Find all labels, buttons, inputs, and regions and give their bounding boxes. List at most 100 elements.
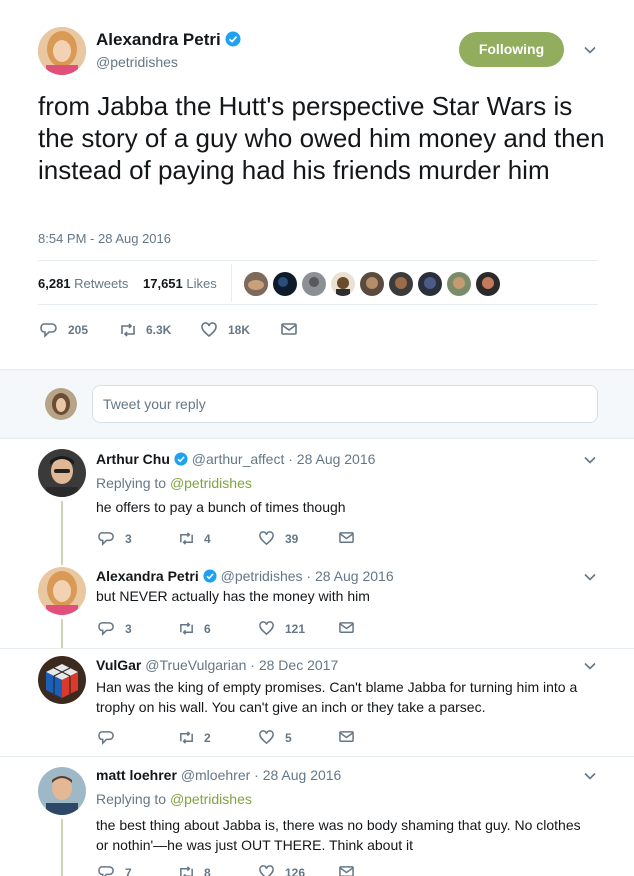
- liker-avatar[interactable]: [360, 272, 384, 296]
- replying-to-link[interactable]: @petridishes: [170, 475, 252, 491]
- verified-icon: [174, 452, 188, 469]
- like-button[interactable]: 5: [258, 729, 292, 746]
- likes-label: Likes: [186, 276, 217, 291]
- retweets-stat[interactable]: 6,281 Retweets: [38, 276, 128, 291]
- heart-icon: [259, 531, 274, 546]
- liker-avatar[interactable]: [244, 272, 268, 296]
- heart-icon: [259, 730, 274, 745]
- likes-count: 17,651: [143, 276, 183, 291]
- retweet-count: 2: [204, 730, 211, 745]
- retweet-button[interactable]: 2: [177, 729, 211, 746]
- liker-avatar[interactable]: [447, 272, 471, 296]
- retweet-button[interactable]: 4: [177, 530, 211, 547]
- likes-stat[interactable]: 17,651 Likes: [143, 276, 217, 291]
- liker-avatar[interactable]: [331, 272, 355, 296]
- author-handle[interactable]: @mloehrer: [181, 767, 250, 783]
- retweets-label: Retweets: [74, 276, 129, 291]
- avatar[interactable]: [38, 656, 86, 704]
- tweet-text: the best thing about Jabba is, there was…: [96, 817, 581, 853]
- like-button[interactable]: 18K: [200, 321, 250, 339]
- reply-icon: [98, 622, 114, 636]
- chevron-down-icon[interactable]: [583, 570, 597, 584]
- tweet-date[interactable]: · 28 Aug 2016: [288, 451, 375, 467]
- tweet-date[interactable]: · 28 Dec 2017: [250, 657, 338, 673]
- retweet-count: 6: [204, 621, 211, 636]
- like-button[interactable]: 39: [258, 530, 298, 547]
- retweet-icon: [180, 731, 193, 744]
- reply-count: 7: [125, 865, 132, 876]
- author-name[interactable]: Arthur Chu: [96, 451, 170, 467]
- tweet-text: Han was the king of empty promises. Can'…: [96, 679, 578, 715]
- reply-icon: [40, 323, 57, 338]
- heart-icon: [259, 865, 274, 876]
- following-button[interactable]: Following: [459, 32, 564, 67]
- author-name[interactable]: VulGar: [96, 657, 141, 673]
- liker-avatar[interactable]: [418, 272, 442, 296]
- envelope-icon: [339, 866, 354, 876]
- like-count: 5: [285, 730, 292, 745]
- retweet-icon: [121, 323, 135, 337]
- retweet-button[interactable]: 6.3K: [118, 321, 171, 339]
- chevron-down-icon[interactable]: [583, 769, 597, 783]
- reply-icon: [98, 866, 114, 876]
- verified-icon: [203, 569, 217, 586]
- replying-to: Replying to @petridishes: [96, 791, 252, 807]
- retweet-count: 6.3K: [146, 323, 172, 337]
- message-button[interactable]: [338, 620, 355, 635]
- chevron-down-icon[interactable]: [583, 659, 597, 673]
- author-name[interactable]: matt loehrer: [96, 767, 177, 783]
- retweet-icon: [180, 866, 193, 876]
- author-name[interactable]: Alexandra Petri: [96, 568, 199, 584]
- message-button[interactable]: [338, 729, 355, 744]
- avatar[interactable]: [38, 27, 86, 75]
- retweet-button[interactable]: 8: [177, 864, 211, 876]
- replying-to-link[interactable]: @petridishes: [170, 791, 252, 807]
- envelope-icon: [281, 323, 297, 335]
- tweet-text: he offers to pay a bunch of times though: [96, 499, 346, 515]
- current-user-avatar: [45, 388, 77, 420]
- reply-count: 205: [68, 323, 89, 337]
- liker-avatar[interactable]: [302, 272, 326, 296]
- tweet-text: from Jabba the Hutt's perspective Star W…: [38, 91, 605, 185]
- reply-button[interactable]: 205: [40, 321, 88, 339]
- reply-button[interactable]: [98, 729, 125, 746]
- message-button[interactable]: [280, 321, 298, 337]
- heart-icon: [259, 621, 274, 636]
- tweet-timestamp[interactable]: 8:54 PM - 28 Aug 2016: [38, 231, 171, 246]
- author-handle[interactable]: @petridishes: [221, 568, 303, 584]
- reply-button[interactable]: 3: [98, 530, 132, 547]
- retweet-count: 8: [204, 865, 211, 876]
- reply-input[interactable]: Tweet your reply: [92, 385, 598, 423]
- chevron-down-icon[interactable]: [583, 43, 597, 57]
- liker-avatar[interactable]: [476, 272, 500, 296]
- avatar[interactable]: [38, 567, 86, 615]
- tweet-date[interactable]: · 28 Aug 2016: [254, 767, 341, 783]
- reply-icon: [98, 731, 114, 745]
- verified-icon: [225, 31, 241, 52]
- envelope-icon: [339, 532, 354, 543]
- tweet-text: but NEVER actually has the money with hi…: [96, 588, 370, 604]
- retweet-icon: [180, 532, 193, 545]
- avatar[interactable]: [38, 767, 86, 815]
- retweet-icon: [180, 622, 193, 635]
- envelope-icon: [339, 731, 354, 742]
- message-button[interactable]: [338, 864, 355, 876]
- author-handle[interactable]: @petridishes: [96, 54, 178, 70]
- retweet-count: 4: [204, 531, 211, 546]
- reply-button[interactable]: 7: [98, 864, 132, 876]
- liker-avatar[interactable]: [273, 272, 297, 296]
- tweet-date[interactable]: · 28 Aug 2016: [306, 568, 393, 584]
- author-handle[interactable]: @arthur_affect: [192, 451, 285, 467]
- avatar[interactable]: [38, 449, 86, 497]
- heart-icon: [201, 322, 217, 338]
- chevron-down-icon[interactable]: [583, 453, 597, 467]
- message-button[interactable]: [338, 530, 355, 545]
- envelope-icon: [339, 622, 354, 633]
- like-button[interactable]: 121: [258, 620, 305, 637]
- liker-avatar[interactable]: [389, 272, 413, 296]
- reply-button[interactable]: 3: [98, 620, 132, 637]
- author-name[interactable]: Alexandra Petri: [96, 30, 221, 49]
- author-handle[interactable]: @TrueVulgarian: [145, 657, 246, 673]
- retweet-button[interactable]: 6: [177, 620, 211, 637]
- like-button[interactable]: 126: [258, 864, 305, 876]
